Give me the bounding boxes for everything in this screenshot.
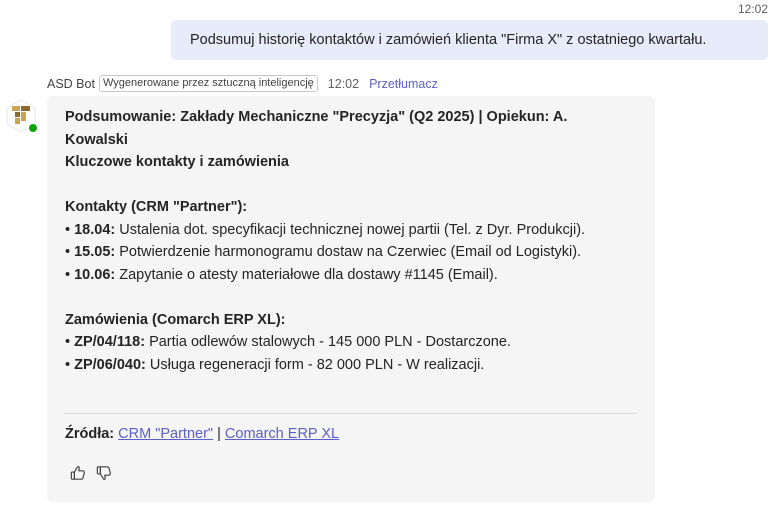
sources-separator: | [217, 426, 221, 442]
order-id: ZP/04/118: [74, 334, 146, 350]
orders-heading: Zamówienia (Comarch ERP XL): [65, 311, 286, 328]
bot-message-bubble: Podsumowanie: Zakłady Mechaniczne "Precy… [47, 96, 655, 502]
online-status-icon [27, 122, 39, 134]
summary-subtitle: Kluczowe kontakty i zamówienia [65, 154, 289, 170]
contacts-heading: Kontakty (CRM "Partner"): [65, 199, 248, 215]
bot-name: ASD Bot [47, 76, 95, 91]
order-item: • ZP/04/118: Partia odlewów stalowych - … [65, 334, 511, 350]
chat-page: 12:02 Podsumuj historię kontaktów i zamó… [0, 0, 771, 507]
contact-text: Ustalenia dot. specyfikacji technicznej … [115, 221, 586, 238]
order-item: • ZP/06/040: Usługa regeneracji form - 8… [65, 356, 485, 373]
contact-text: Zapytanie o atesty materiałowe dla dosta… [115, 266, 498, 283]
user-message-bubble: Podsumuj historię kontaktów i zamówień k… [171, 20, 768, 60]
contact-date: 15.05: [74, 244, 116, 260]
thumbs-up-icon [70, 466, 85, 480]
translate-link[interactable]: Przetłumacz [369, 77, 438, 91]
contact-date: 18.04: [74, 221, 116, 238]
sources-line: Źródła: CRM "Partner" | Comarch ERP XL [65, 426, 339, 442]
reaction-bar [69, 464, 113, 482]
sources-label: Źródła: [65, 426, 115, 442]
contact-item: • 10.06: Zapytanie o atesty materiałowe … [65, 266, 498, 283]
contact-item: • 15.05: Potwierdzenie harmonogramu dost… [65, 244, 582, 260]
user-message-time: 12:02 [737, 2, 768, 16]
summary-content: Podsumowanie: Zakłady Mechaniczne "Precy… [65, 106, 625, 376]
contact-text: Potwierdzenie harmonogramu dostaw na Cze… [115, 244, 582, 260]
bot-avatar[interactable] [3, 98, 39, 134]
like-button[interactable] [69, 464, 87, 482]
order-text: Usługa regeneracji form - 82 000 PLN - W… [145, 356, 485, 373]
summary-title-line2: Kowalski [65, 131, 128, 148]
order-id: ZP/06/040: [74, 356, 146, 373]
divider [64, 413, 637, 414]
order-text: Partia odlewów stalowych - 145 000 PLN -… [145, 334, 511, 350]
summary-title-line1: Podsumowanie: Zakłady Mechaniczne "Precy… [65, 109, 568, 125]
user-message-text: Podsumuj historię kontaktów i zamówień k… [190, 32, 707, 48]
source-link-crm[interactable]: CRM "Partner" [118, 426, 213, 442]
contact-item: • 18.04: Ustalenia dot. specyfikacji tec… [65, 221, 586, 238]
source-link-erp[interactable]: Comarch ERP XL [225, 426, 339, 442]
bot-message-time: 12:02 [327, 76, 360, 91]
ai-generated-badge: Wygenerowane przez sztuczną inteligencję [98, 75, 318, 92]
bot-message-header: ASD Bot Wygenerowane przez sztuczną inte… [47, 75, 438, 92]
contact-date: 10.06: [74, 266, 116, 283]
dislike-button[interactable] [95, 464, 113, 482]
thumbs-down-icon [96, 466, 111, 480]
